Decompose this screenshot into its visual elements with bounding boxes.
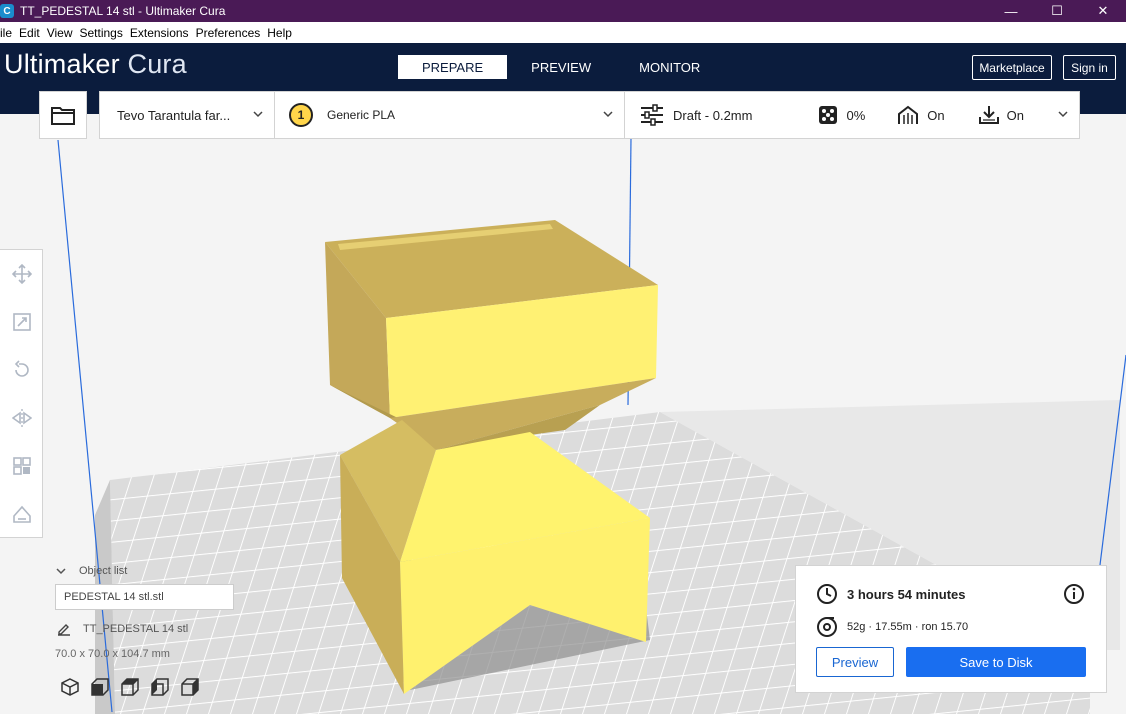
open-file-button[interactable]	[39, 91, 87, 139]
maximize-button[interactable]: ☐	[1034, 0, 1080, 22]
menu-settings[interactable]: Settings	[80, 26, 123, 40]
pencil-icon	[58, 624, 70, 636]
tab-prepare[interactable]: PREPARE	[398, 55, 508, 79]
folder-icon	[51, 107, 75, 125]
material-name: Generic PLA	[327, 108, 396, 122]
menu-preferences[interactable]: Preferences	[196, 26, 261, 40]
material-usage: 52g · 17.55m · ron 15.70	[847, 621, 969, 633]
clock-icon	[817, 584, 837, 604]
adhesion-value: On	[1006, 107, 1024, 123]
brand-main: Ultimaker	[4, 49, 120, 79]
chevron-down-icon	[253, 111, 263, 118]
view-top-button[interactable]	[115, 675, 145, 699]
printer-selector[interactable]: Tevo Tarantula far...	[100, 92, 275, 138]
menu-help[interactable]: Help	[267, 26, 292, 40]
extruder-badge: 1	[289, 103, 313, 127]
cube-right-icon	[181, 678, 199, 696]
menu-file[interactable]: ile	[0, 26, 12, 40]
per-model-settings-tool[interactable]	[0, 442, 43, 490]
scale-tool[interactable]	[0, 298, 43, 346]
minimize-button[interactable]: —	[988, 0, 1034, 22]
preview-button[interactable]: Preview	[816, 647, 894, 677]
chevron-down-icon	[56, 568, 66, 575]
object-name-row[interactable]: TT_PEDESTAL 14 stl	[57, 622, 188, 636]
support-blocker-icon	[12, 505, 31, 523]
object-list-toggle[interactable]: Object list	[55, 563, 127, 579]
view-left-button[interactable]	[145, 675, 175, 699]
object-list-label: Object list	[79, 565, 128, 577]
cube-front-icon	[91, 678, 109, 696]
tool-panel	[0, 249, 43, 538]
infill-value: 0%	[846, 107, 866, 123]
window-title-bar: C TT_PEDESTAL 14 stl - Ultimaker Cura — …	[0, 0, 1126, 22]
menu-bar: ile Edit View Settings Extensions Prefer…	[0, 22, 1126, 43]
adhesion-icon	[978, 106, 999, 124]
object-dimensions: 70.0 x 70.0 x 104.7 mm	[55, 648, 170, 660]
print-time: 3 hours 54 minutes	[847, 586, 966, 602]
object-list: Object list	[55, 563, 127, 579]
camera-view-buttons	[55, 675, 205, 699]
print-summary-panel: 3 hours 54 minutes 52g · 17.55m · ron 15…	[795, 565, 1107, 693]
marketplace-button[interactable]: Marketplace	[972, 55, 1052, 80]
brand-sub: Cura	[127, 49, 187, 79]
mirror-tool[interactable]	[0, 394, 43, 442]
profile-name: Draft - 0.2mm	[673, 107, 753, 123]
sign-in-button[interactable]: Sign in	[1063, 55, 1116, 80]
chevron-down-icon	[603, 111, 613, 118]
mirror-icon	[11, 409, 32, 427]
object-name: TT_PEDESTAL 14 stl	[83, 623, 189, 635]
support-blocker-tool[interactable]	[0, 490, 43, 538]
chevron-down-icon	[1058, 111, 1068, 118]
ultimaker-cura-logo: Ultimaker Cura	[4, 49, 187, 80]
tab-preview[interactable]: PREVIEW	[507, 55, 615, 79]
sliders-icon	[641, 104, 663, 126]
menu-view[interactable]: View	[47, 26, 73, 40]
cube-top-icon	[121, 678, 139, 696]
print-setup-toolbar: Tevo Tarantula far... 1 Generic PLA Draf…	[99, 91, 1080, 139]
object-file-field[interactable]: PEDESTAL 14 stl.stl	[55, 584, 234, 610]
menu-edit[interactable]: Edit	[19, 26, 40, 40]
move-icon	[11, 264, 32, 284]
stage-tabs: PREPARE PREVIEW MONITOR	[398, 55, 724, 79]
printer-name: Tevo Tarantula far...	[117, 107, 231, 123]
menu-extensions[interactable]: Extensions	[130, 26, 189, 40]
rotate-icon	[14, 360, 29, 377]
window-title: TT_PEDESTAL 14 stl - Ultimaker Cura	[20, 4, 226, 18]
view-3d-button[interactable]	[55, 675, 85, 699]
scale-icon	[12, 313, 31, 331]
filament-spool-icon	[817, 617, 837, 637]
per-model-settings-icon	[12, 457, 31, 475]
support-icon	[898, 105, 919, 124]
move-tool[interactable]	[0, 250, 43, 298]
view-front-button[interactable]	[85, 675, 115, 699]
cube-3d-icon	[61, 678, 79, 696]
close-button[interactable]: ✕	[1080, 0, 1126, 22]
infill-icon	[819, 106, 838, 124]
print-settings-selector[interactable]: Draft - 0.2mm 0% On On	[625, 92, 1079, 138]
info-icon[interactable]	[1063, 583, 1085, 605]
material-selector[interactable]: 1 Generic PLA	[275, 92, 625, 138]
tab-monitor[interactable]: MONITOR	[615, 55, 724, 79]
view-right-button[interactable]	[175, 675, 205, 699]
support-value: On	[927, 107, 945, 123]
cura-app-icon: C	[0, 4, 14, 18]
cube-left-icon	[151, 678, 169, 696]
rotate-tool[interactable]	[0, 346, 43, 394]
save-to-disk-button[interactable]: Save to Disk	[906, 647, 1086, 677]
